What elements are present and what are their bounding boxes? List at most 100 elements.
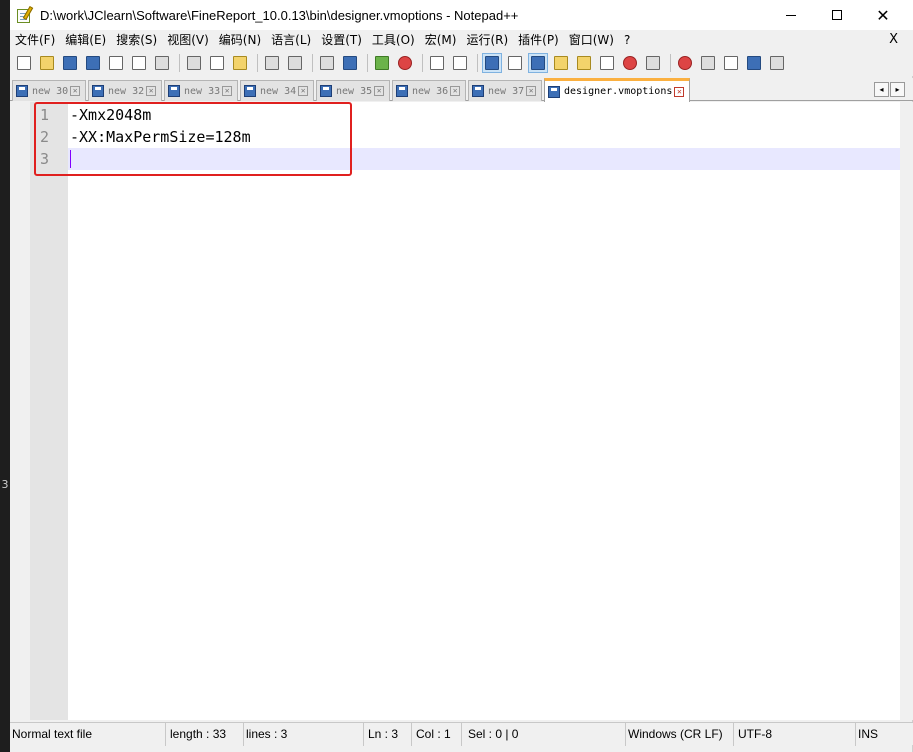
tab-new-36[interactable]: new 36 ✕: [392, 80, 466, 101]
undo-icon[interactable]: [262, 53, 282, 73]
toolbar-separator: [312, 54, 313, 72]
user-lang-icon[interactable]: [551, 53, 571, 73]
tab-label: designer.vmoptions: [564, 86, 673, 97]
background-window-text: 3: [1, 478, 9, 491]
play-macro-icon[interactable]: [721, 53, 741, 73]
tab-new-37[interactable]: new 37 ✕: [468, 80, 542, 101]
toolbar-separator: [367, 54, 368, 72]
fold-margin[interactable]: [10, 102, 30, 720]
tab-close-icon[interactable]: ✕: [374, 86, 385, 96]
background-window-strip: 3: [0, 0, 10, 752]
status-bar: Normal text file length : 33 lines : 3 L…: [10, 722, 913, 746]
close-file-icon[interactable]: [106, 53, 126, 73]
menu-run[interactable]: 运行(R): [461, 30, 513, 50]
tab-new-33[interactable]: new 33 ✕: [164, 80, 238, 101]
new-file-icon[interactable]: [14, 53, 34, 73]
word-wrap-icon[interactable]: [482, 53, 502, 73]
menu-tools[interactable]: 工具(O): [367, 30, 420, 50]
text-content[interactable]: -Xmx2048m -XX:MaxPermSize=128m: [68, 102, 900, 720]
menu-encoding[interactable]: 编码(N): [214, 30, 266, 50]
vertical-scrollbar[interactable]: [900, 102, 913, 720]
minimize-button[interactable]: [768, 0, 814, 30]
close-document-button[interactable]: X: [889, 30, 898, 50]
title-bar[interactable]: D:\work\JClearn\Software\FineReport_10.0…: [10, 0, 913, 30]
sync-vertical-icon[interactable]: [427, 53, 447, 73]
cut-icon[interactable]: [184, 53, 204, 73]
menu-bar: 文件(F) 编辑(E) 搜索(S) 视图(V) 编码(N) 语言(L) 设置(T…: [10, 30, 913, 50]
editor-area[interactable]: 1 2 3 -Xmx2048m -XX:MaxPermSize=128m: [10, 102, 913, 720]
tab-designer-vmoptions[interactable]: designer.vmoptions ✕: [544, 78, 690, 102]
status-encoding[interactable]: UTF-8: [734, 723, 856, 746]
current-code-line[interactable]: [68, 148, 900, 170]
close-window-button[interactable]: ✕: [860, 0, 906, 30]
code-line[interactable]: -XX:MaxPermSize=128m: [68, 126, 900, 148]
menu-view[interactable]: 视图(V): [162, 30, 214, 50]
tab-close-icon[interactable]: ✕: [298, 86, 309, 96]
print-icon[interactable]: [152, 53, 172, 73]
tab-close-icon[interactable]: ✕: [674, 86, 685, 97]
tab-new-30[interactable]: new 30 ✕: [12, 80, 86, 101]
status-selection: Sel : 0 | 0: [462, 723, 626, 746]
tab-scroll-left-button[interactable]: ◂: [874, 82, 889, 97]
tab-label: new 37: [488, 85, 525, 97]
stop-macro-icon[interactable]: [698, 53, 718, 73]
run-macro-multiple-icon[interactable]: [744, 53, 764, 73]
tab-new-34[interactable]: new 34 ✕: [240, 80, 314, 101]
menu-help[interactable]: ?: [619, 30, 635, 50]
close-icon: ✕: [876, 5, 890, 25]
minimize-icon: [786, 14, 796, 16]
record-macro-icon[interactable]: [675, 53, 695, 73]
monitoring-icon[interactable]: [643, 53, 663, 73]
paste-icon[interactable]: [230, 53, 250, 73]
zoom-out-icon[interactable]: [395, 53, 415, 73]
show-all-chars-icon[interactable]: [505, 53, 525, 73]
menu-language[interactable]: 语言(L): [266, 30, 316, 50]
tab-scroll-right-button[interactable]: ▸: [890, 82, 905, 97]
toolbar-separator: [179, 54, 180, 72]
notepad-app-icon[interactable]: [16, 5, 34, 24]
copy-icon[interactable]: [207, 53, 227, 73]
tab-close-icon[interactable]: ✕: [70, 86, 81, 96]
tab-label: new 30: [32, 85, 69, 97]
menu-search[interactable]: 搜索(S): [111, 30, 162, 50]
function-list-icon[interactable]: [597, 53, 617, 73]
status-ln: Ln : 3: [366, 723, 412, 746]
menu-settings[interactable]: 设置(T): [316, 30, 367, 50]
zoom-in-icon[interactable]: [372, 53, 392, 73]
folder-workspace-icon[interactable]: [620, 53, 640, 73]
menu-edit[interactable]: 编辑(E): [60, 30, 111, 50]
menu-plugins[interactable]: 插件(P): [513, 30, 564, 50]
menu-macro[interactable]: 宏(M): [420, 30, 462, 50]
save-all-icon[interactable]: [83, 53, 103, 73]
unsaved-file-icon: [168, 85, 180, 97]
redo-icon[interactable]: [285, 53, 305, 73]
line-number: 2: [40, 128, 50, 146]
line-number-gutter[interactable]: 1 2 3: [30, 102, 68, 720]
toolbar-separator: [422, 54, 423, 72]
tab-close-icon[interactable]: ✕: [450, 86, 461, 96]
sync-horizontal-icon[interactable]: [450, 53, 470, 73]
code-line[interactable]: -Xmx2048m: [68, 104, 900, 126]
menu-window[interactable]: 窗口(W): [564, 30, 619, 50]
tab-close-icon[interactable]: ✕: [526, 86, 537, 96]
maximize-button[interactable]: [814, 0, 860, 30]
replace-icon[interactable]: [340, 53, 360, 73]
save-icon[interactable]: [60, 53, 80, 73]
close-all-icon[interactable]: [129, 53, 149, 73]
indent-guide-icon[interactable]: [528, 53, 548, 73]
status-insert-mode[interactable]: INS: [856, 723, 913, 746]
tab-bar: new 30 ✕ new 32 ✕ new 33 ✕ new 34 ✕ new …: [10, 78, 913, 102]
line-number: 1: [40, 106, 50, 124]
tab-close-icon[interactable]: ✕: [222, 86, 233, 96]
tab-new-35[interactable]: new 35 ✕: [316, 80, 390, 101]
find-icon[interactable]: [317, 53, 337, 73]
tab-new-32[interactable]: new 32 ✕: [88, 80, 162, 101]
doc-map-icon[interactable]: [574, 53, 594, 73]
save-macro-icon[interactable]: [767, 53, 787, 73]
tab-close-icon[interactable]: ✕: [146, 86, 157, 96]
menu-file[interactable]: 文件(F): [10, 30, 60, 50]
unsaved-file-icon: [16, 85, 28, 97]
status-eol[interactable]: Windows (CR LF): [626, 723, 734, 746]
open-file-icon[interactable]: [37, 53, 57, 73]
unsaved-file-icon: [92, 85, 104, 97]
